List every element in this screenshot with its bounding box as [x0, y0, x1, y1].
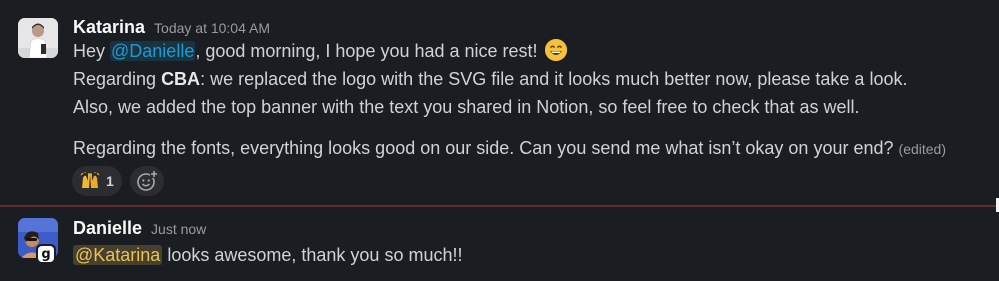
- workspace-badge: g: [36, 244, 56, 264]
- add-emoji-icon: [136, 170, 158, 191]
- message-danielle: g Danielle Just now @Katarina looks awes…: [0, 207, 999, 281]
- message-line-4: Regarding the fonts, everything looks go…: [73, 136, 946, 161]
- message-katarina: Katarina Today at 10:04 AM Hey @Danielle…: [0, 0, 999, 205]
- timestamp[interactable]: Today at 10:04 AM: [154, 20, 270, 36]
- mention-katarina[interactable]: @Katarina: [73, 245, 163, 265]
- reaction-raised-hands[interactable]: 1: [72, 166, 122, 196]
- add-reaction-button[interactable]: [129, 166, 164, 196]
- raised-hands-icon: [80, 172, 100, 188]
- timestamp[interactable]: Just now: [151, 221, 206, 237]
- author-name[interactable]: Danielle: [73, 218, 142, 239]
- message-thread: Katarina Today at 10:04 AM Hey @Danielle…: [0, 0, 999, 281]
- message-line-2: Regarding CBA: we replaced the logo with…: [73, 67, 907, 91]
- avatar-katarina[interactable]: [18, 18, 58, 58]
- message-line-1: Hey @Danielle, good morning, I hope you …: [73, 39, 567, 63]
- text: looks awesome, thank you so much!!: [162, 245, 463, 265]
- bold-text: CBA: [161, 69, 201, 89]
- text: , good morning, I hope you had a nice re…: [195, 41, 538, 61]
- text: Regarding: [73, 69, 162, 89]
- text: : we replaced the logo with the SVG file…: [200, 69, 908, 89]
- mention-danielle[interactable]: @Danielle: [110, 41, 196, 61]
- text: Regarding the fonts, everything looks go…: [73, 138, 894, 158]
- reactions-bar: 1: [72, 166, 164, 196]
- reaction-count: 1: [106, 173, 114, 189]
- message-line-3: Also, we added the top banner with the t…: [73, 97, 860, 117]
- author-name[interactable]: Katarina: [73, 17, 145, 38]
- text: Hey: [73, 41, 111, 61]
- message-header: Danielle Just now: [73, 218, 206, 239]
- message-header: Katarina Today at 10:04 AM: [73, 17, 270, 38]
- message-line-1: @Katarina looks awesome, thank you so mu…: [73, 243, 462, 267]
- edited-label: (edited): [898, 141, 946, 157]
- grinning-face-icon: [544, 39, 567, 61]
- avatar-photo-icon: [18, 18, 58, 58]
- workspace-badge-letter: g: [38, 246, 54, 262]
